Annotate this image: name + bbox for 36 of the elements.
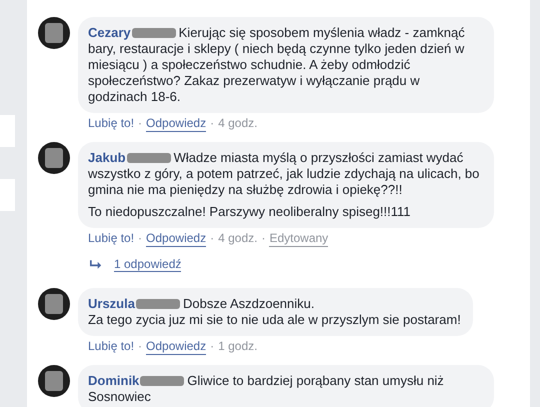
separator-dot: · — [210, 339, 214, 355]
comment-time[interactable]: 4 godz. — [218, 116, 258, 132]
separator-dot: · — [138, 231, 142, 247]
reply-link[interactable]: Odpowiedz — [146, 339, 206, 355]
redaction-scribble — [126, 153, 171, 163]
like-link[interactable]: Lubię to! — [88, 231, 134, 247]
like-link[interactable]: Lubię to! — [88, 116, 134, 132]
reply-link[interactable]: Odpowiedz — [146, 116, 206, 132]
comment-time[interactable]: 4 godz. — [218, 231, 258, 247]
separator-dot: · — [210, 116, 214, 132]
separator-dot: · — [138, 339, 142, 355]
separator-dot: · — [138, 116, 142, 132]
author-name[interactable]: Dominik — [88, 373, 140, 388]
comment-time[interactable]: 1 godz. — [218, 339, 258, 355]
avatar-icon[interactable] — [38, 365, 70, 397]
like-link[interactable]: Lubię to! — [88, 339, 134, 355]
comment-text: To niedopuszczalne! Parszywy neoliberalny spiseg!!!111 — [88, 204, 412, 220]
comment-text: Urszula Dobsze Aszdzoenniku. Za tego zycia juz mi sie to nie uda ale w przyszlym sie postaram! — [88, 296, 461, 328]
avatar-icon[interactable] — [38, 17, 70, 49]
reply-arrow-icon — [90, 260, 102, 269]
author-name[interactable]: Cezary — [88, 25, 131, 40]
author-name[interactable]: Jakub — [88, 150, 126, 165]
avatar-icon[interactable] — [38, 288, 70, 320]
avatar-icon[interactable] — [38, 142, 70, 174]
reply-link[interactable]: Odpowiedz — [146, 231, 206, 247]
comment-text: Cezary Kierując się sposobem myślenia władz - zamknąć bary, restauracje i sklepy ( niech będą czynne tylko jeden dzień w miesiącu ) a społeczeństwo schudnie. A żeby odmłodzić społeczeństwo? Zakaz prezerwatyw i wyłączanie prądu w godzinach 18-6. — [88, 25, 466, 105]
redaction-scribble — [140, 376, 184, 386]
separator-dot: · — [261, 231, 266, 247]
redaction-scribble — [136, 299, 180, 309]
comment-text: Dominik Gliwice to bardziej porąbany stan umysłu niż Sosnowiec — [88, 373, 445, 405]
view-replies-link[interactable]: 1 odpowiedź — [114, 257, 182, 272]
comment-text: Jakub Władze miasta myślą o przyszłości zamiast wydać wszystko z góry, a potem patrzeć, jak ludzie zdychają na ulicach, bo gmina nie ma pieniędzy na służbę zdrowia i opiekę??!! — [88, 150, 480, 198]
separator-dot: · — [210, 231, 214, 247]
redaction-scribble — [132, 28, 176, 38]
author-name[interactable]: Urszula — [88, 296, 135, 311]
edited-label[interactable]: Edytowany — [269, 231, 328, 247]
